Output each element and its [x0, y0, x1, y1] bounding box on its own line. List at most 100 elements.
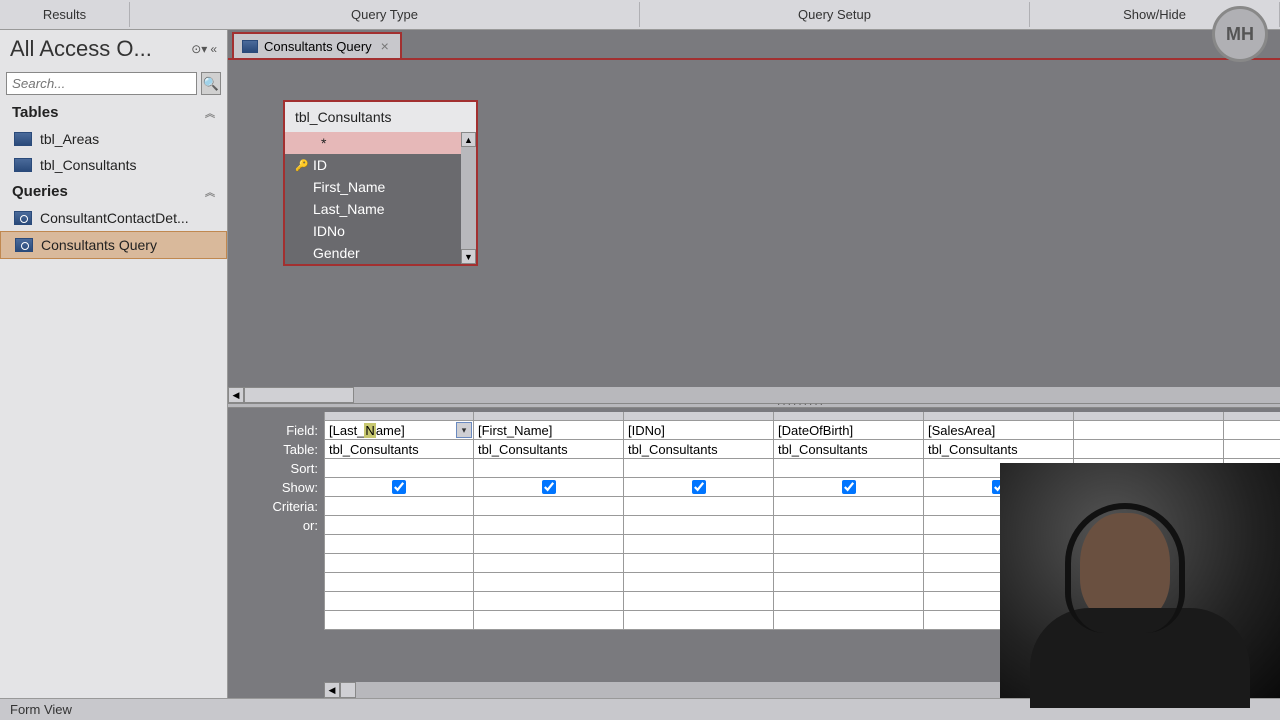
nav-item-consultants-query[interactable]: Consultants Query	[0, 231, 227, 259]
nav-title[interactable]: All Access O...	[10, 36, 188, 62]
qbe-extra-cell[interactable]	[474, 611, 624, 630]
qbe-extra-cell[interactable]	[324, 535, 474, 554]
scroll-left-icon[interactable]: ◀	[324, 682, 340, 698]
field-row-idno[interactable]: IDNo	[285, 220, 461, 242]
qbe-col-header[interactable]	[1074, 412, 1224, 421]
scroll-thumb[interactable]	[340, 682, 356, 698]
upper-pane-hscroll[interactable]: ◀	[228, 387, 1280, 403]
qbe-field-cell[interactable]	[1074, 421, 1224, 440]
qbe-extra-cell[interactable]	[774, 592, 924, 611]
dropdown-icon[interactable]: ▾	[456, 422, 472, 438]
qbe-sort-cell[interactable]	[624, 459, 774, 478]
qbe-extra-cell[interactable]	[624, 611, 774, 630]
qbe-col-header[interactable]	[774, 412, 924, 421]
qbe-or-cell[interactable]	[324, 516, 474, 535]
qbe-criteria-cell[interactable]	[774, 497, 924, 516]
field-row-lastname[interactable]: Last_Name	[285, 198, 461, 220]
qbe-field-cell[interactable]: [First_Name]	[474, 421, 624, 440]
qbe-extra-cell[interactable]	[624, 592, 774, 611]
qbe-column: [DateOfBirth]tbl_Consultants	[774, 412, 924, 630]
qbe-extra-cell[interactable]	[774, 611, 924, 630]
ribbon-group-querysetup: Query Setup	[640, 2, 1030, 27]
qbe-table-cell[interactable]: tbl_Consultants	[924, 440, 1074, 459]
close-icon[interactable]: ×	[378, 38, 392, 54]
qbe-col-header[interactable]	[624, 412, 774, 421]
qbe-field-cell[interactable]	[1224, 421, 1280, 440]
qbe-field-cell[interactable]: [SalesArea]	[924, 421, 1074, 440]
field-row-id[interactable]: 🔑ID	[285, 154, 461, 176]
field-row-gender[interactable]: Gender	[285, 242, 461, 264]
qbe-column: [IDNo]tbl_Consultants	[624, 412, 774, 630]
scroll-thumb[interactable]	[244, 387, 354, 403]
query-icon	[15, 238, 33, 252]
search-input[interactable]	[6, 72, 197, 95]
search-button[interactable]: 🔍	[201, 72, 221, 95]
qbe-extra-cell[interactable]	[774, 573, 924, 592]
qbe-table-cell[interactable]: tbl_Consultants	[324, 440, 474, 459]
qbe-extra-cell[interactable]	[774, 535, 924, 554]
qbe-col-header[interactable]	[1224, 412, 1280, 421]
nav-section-queries-header[interactable]: Queries︽	[0, 178, 227, 205]
qbe-or-cell[interactable]	[474, 516, 624, 535]
qbe-extra-cell[interactable]	[624, 554, 774, 573]
qbe-criteria-cell[interactable]	[324, 497, 474, 516]
qbe-extra-cell[interactable]	[474, 573, 624, 592]
scroll-up-icon[interactable]: ▲	[461, 132, 476, 147]
nav-item-tbl-areas[interactable]: tbl_Areas	[0, 126, 227, 152]
qbe-table-cell[interactable]: tbl_Consultants	[474, 440, 624, 459]
qbe-sort-cell[interactable]	[324, 459, 474, 478]
qbe-extra-cell[interactable]	[624, 535, 774, 554]
qbe-col-header[interactable]	[924, 412, 1074, 421]
qbe-table-cell[interactable]	[1224, 440, 1280, 459]
table-diagram-pane[interactable]: tbl_Consultants ▲ ▼ * 🔑ID First_Name Las…	[228, 58, 1280, 403]
qbe-extra-cell[interactable]	[474, 592, 624, 611]
qbe-show-cell[interactable]	[624, 478, 774, 497]
show-checkbox[interactable]	[842, 480, 856, 494]
scroll-left-icon[interactable]: ◀	[228, 387, 244, 403]
nav-dropdown-icon[interactable]: ⊙▾	[191, 42, 207, 56]
qbe-extra-cell[interactable]	[624, 573, 774, 592]
qbe-table-cell[interactable]	[1074, 440, 1224, 459]
field-list-scrollbar[interactable]: ▲ ▼	[461, 132, 476, 264]
show-checkbox[interactable]	[542, 480, 556, 494]
field-row-star[interactable]: *	[285, 132, 461, 154]
qbe-show-cell[interactable]	[324, 478, 474, 497]
qbe-extra-cell[interactable]	[774, 554, 924, 573]
qbe-sort-cell[interactable]	[474, 459, 624, 478]
nav-collapse-icon[interactable]: «	[210, 42, 217, 56]
nav-section-tables-header[interactable]: Tables︽	[0, 99, 227, 126]
chevron-up-icon: ︽	[205, 105, 215, 120]
webcam-overlay	[1000, 463, 1280, 698]
field-row-firstname[interactable]: First_Name	[285, 176, 461, 198]
qbe-table-cell[interactable]: tbl_Consultants	[624, 440, 774, 459]
qbe-extra-cell[interactable]	[324, 611, 474, 630]
qbe-extra-cell[interactable]	[324, 573, 474, 592]
qbe-criteria-cell[interactable]	[474, 497, 624, 516]
qbe-extra-cell[interactable]	[324, 554, 474, 573]
qbe-or-cell[interactable]	[774, 516, 924, 535]
qbe-col-header[interactable]	[474, 412, 624, 421]
qbe-extra-cell[interactable]	[324, 592, 474, 611]
qbe-col-header[interactable]	[324, 412, 474, 421]
qbe-table-cell[interactable]: tbl_Consultants	[774, 440, 924, 459]
qbe-row-labels: Field: Table: Sort: Show: Criteria: or:	[228, 412, 324, 630]
document-tab[interactable]: Consultants Query ×	[232, 32, 402, 58]
qbe-criteria-cell[interactable]	[624, 497, 774, 516]
query-icon	[242, 40, 258, 53]
table-box-consultants[interactable]: tbl_Consultants ▲ ▼ * 🔑ID First_Name Las…	[283, 100, 478, 266]
nav-item-tbl-consultants[interactable]: tbl_Consultants	[0, 152, 227, 178]
qbe-show-cell[interactable]	[474, 478, 624, 497]
qbe-field-cell[interactable]: [IDNo]	[624, 421, 774, 440]
search-icon: 🔍	[203, 76, 219, 92]
qbe-field-cell[interactable]: [DateOfBirth]	[774, 421, 924, 440]
scroll-down-icon[interactable]: ▼	[461, 249, 476, 264]
qbe-show-cell[interactable]	[774, 478, 924, 497]
qbe-or-cell[interactable]	[624, 516, 774, 535]
qbe-sort-cell[interactable]	[774, 459, 924, 478]
qbe-extra-cell[interactable]	[474, 535, 624, 554]
qbe-extra-cell[interactable]	[474, 554, 624, 573]
nav-item-consultant-contact[interactable]: ConsultantContactDet...	[0, 205, 227, 231]
qbe-field-cell[interactable]: [Last_Name]▾	[324, 421, 474, 440]
show-checkbox[interactable]	[392, 480, 406, 494]
show-checkbox[interactable]	[692, 480, 706, 494]
